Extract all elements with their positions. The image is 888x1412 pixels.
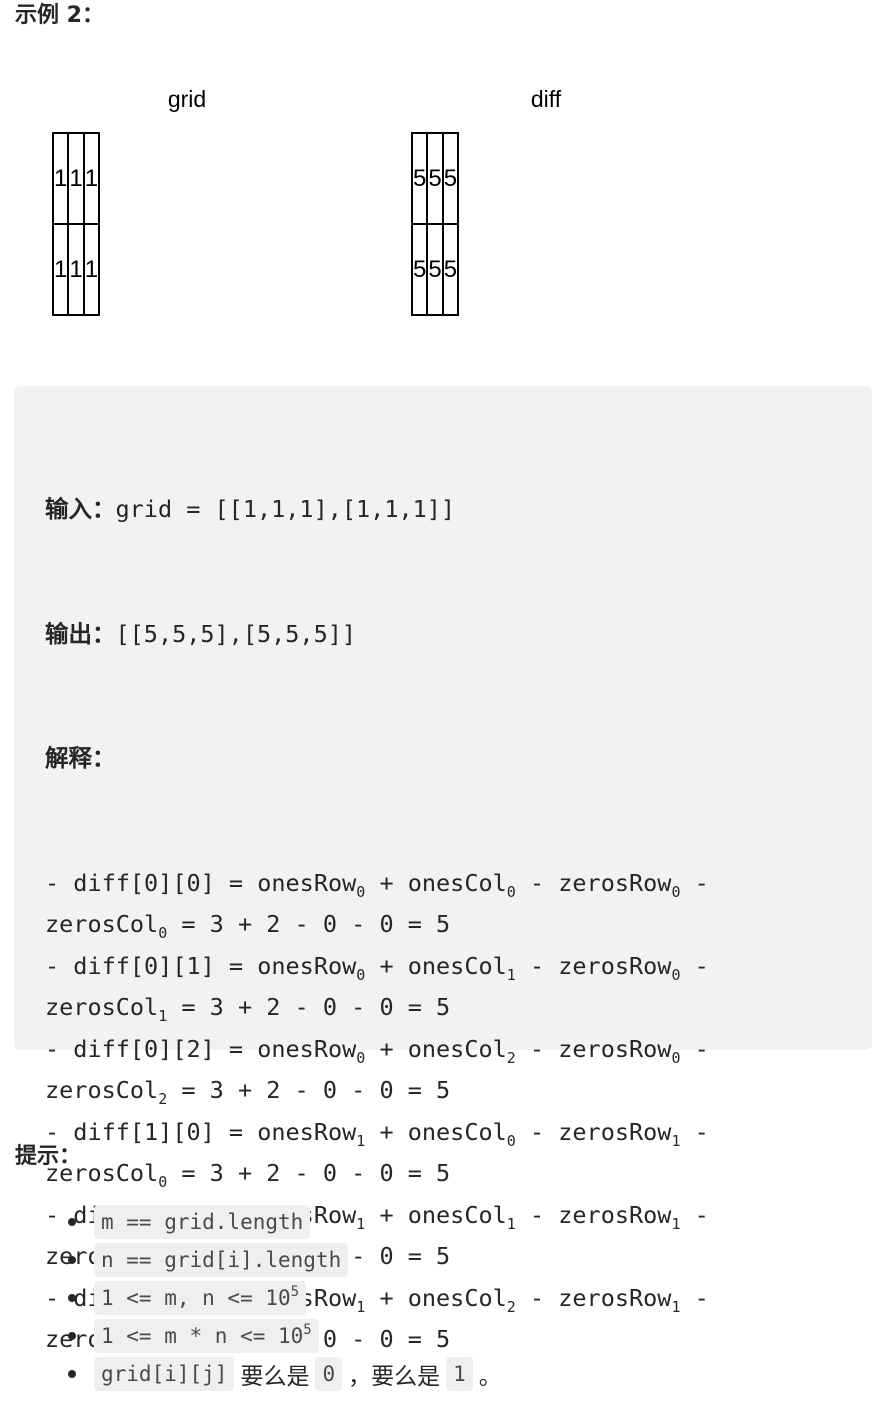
diff-matrix: 5 5 5 5 5 5 [410,132,460,316]
grid-cell: 1 [51,223,70,316]
hint-code: 1 [446,1356,473,1391]
explanation-line: - diff[1][0] = onesRow1 + onesCol0 - zer… [45,1117,709,1150]
explain-line: 解释： [45,738,842,780]
explanation-line: - diff[0][1] = onesRow0 + onesCol1 - zer… [45,951,709,984]
hint-text: 。 [478,1363,502,1390]
explanation-line-cont: zerosCol2 = 3 + 2 - 0 - 0 = 5 [45,1076,451,1108]
grid-row: 1 1 1 [51,132,101,225]
hint-code: grid[i][j] [94,1356,235,1391]
hint-code: 1 <= m, n <= 105 [94,1280,307,1315]
explanation-line: - diff[0][2] = onesRow0 + onesCol2 - zer… [45,1034,709,1067]
bullet-icon [68,1332,76,1340]
grid-cell: 1 [82,132,101,225]
hint-text: ，要么是 [348,1363,441,1390]
input-line: 输入：grid = [[1,1,1],[1,1,1]] [45,489,842,531]
hints-title: 提示： [15,1144,82,1169]
diff-row: 5 5 5 [410,223,460,316]
grid-cell: 1 [51,132,70,225]
hint-text: 要么是 [240,1363,310,1390]
hint-code: n == grid[i].length [94,1242,349,1277]
bullet-icon [68,1294,76,1302]
diff-cell: 5 [426,132,444,225]
output-label: 输出： [45,619,116,648]
explain-label: 解释： [45,744,116,772]
diff-cell: 5 [441,223,460,316]
output-value: [[5,5,5],[5,5,5]] [115,619,357,648]
exponent: 5 [303,1321,312,1338]
hint-code: m == grid.length [94,1204,311,1239]
exponent: 5 [290,1283,300,1300]
output-line: 输出：[[5,5,5],[5,5,5]] [45,614,842,656]
bullet-icon [68,1256,76,1264]
explanation-line-cont: zerosCol0 = 3 + 2 - 0 - 0 = 5 [45,1159,451,1191]
diff-cell: 5 [410,223,429,316]
input-label: 输入： [45,495,116,523]
input-value: grid = [[1,1,1],[1,1,1]] [115,495,456,523]
example-title: 示例 2： [15,3,104,28]
grid-cell: 1 [67,132,85,225]
diff-label: diff [530,86,562,112]
explanation-line-cont: zerosCol1 = 3 + 2 - 0 - 0 = 5 [45,993,451,1025]
diff-cell: 5 [426,223,444,316]
diff-row: 5 5 5 [410,132,460,225]
grid-label: grid [167,86,207,112]
explanation-line: - diff[0][0] = onesRow0 + onesCol0 - zer… [45,868,709,901]
diff-cell: 5 [441,132,460,225]
bullet-icon [68,1218,76,1226]
grid-row: 1 1 1 [51,223,101,316]
grid-cell: 1 [82,223,101,316]
diff-cell: 5 [410,132,429,225]
grid-cell: 1 [67,223,85,316]
hint-code: 0 [315,1356,343,1391]
example-code-block: 输入：grid = [[1,1,1],[1,1,1]] 输出：[[5,5,5],… [14,386,872,1356]
hint-code: 1 <= m * n <= 105 [94,1318,319,1353]
bullet-icon [68,1370,76,1378]
explanation-line-cont: zerosCol0 = 3 + 2 - 0 - 0 = 5 [45,910,451,942]
grid-matrix: 1 1 1 1 1 1 [51,132,101,316]
